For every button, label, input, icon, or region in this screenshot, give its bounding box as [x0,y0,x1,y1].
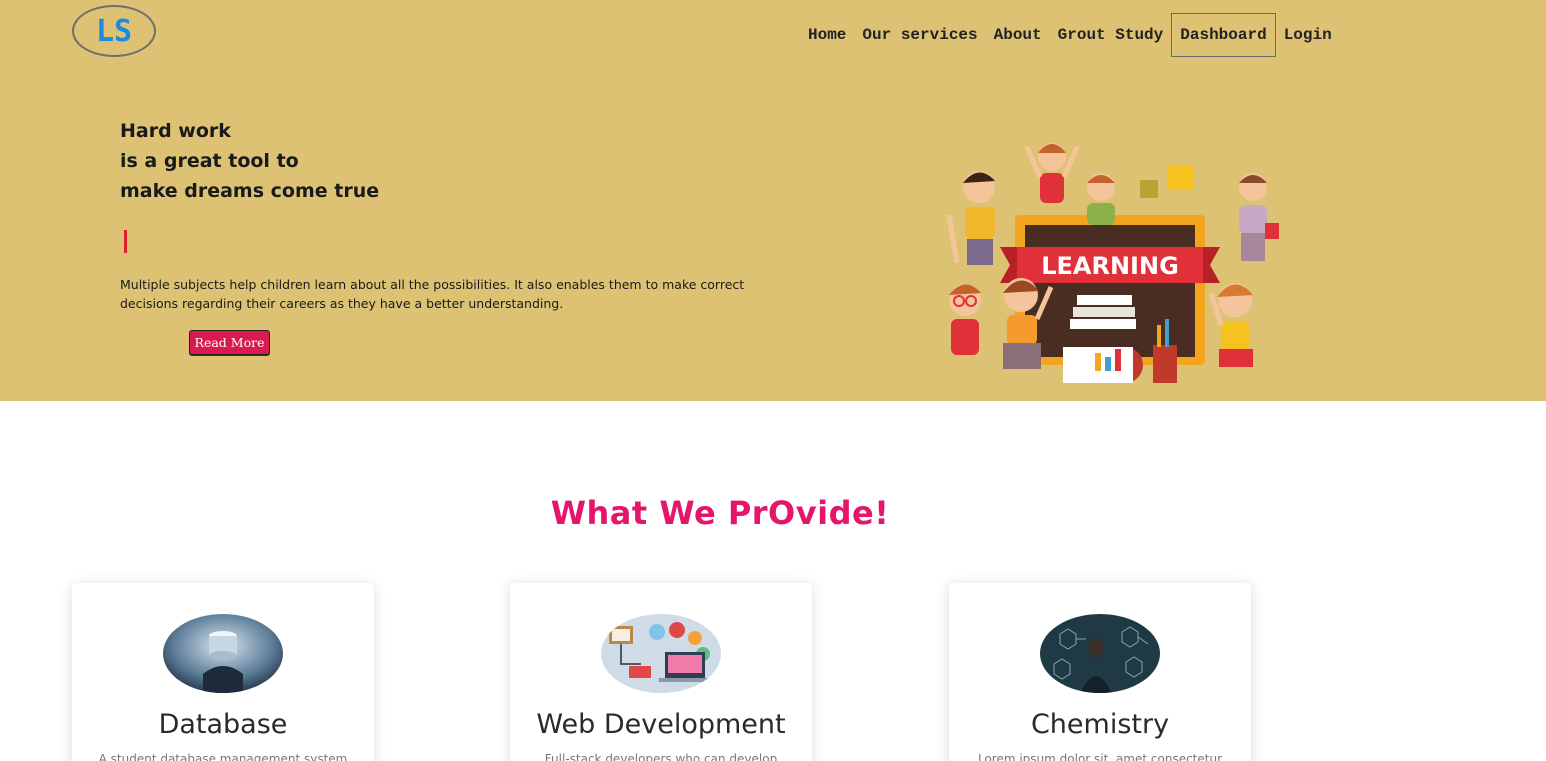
service-card-chemistry[interactable]: Chemistry Lorem ipsum dolor sit, amet co… [949,583,1251,761]
card-description: A student database management system [98,752,348,761]
hero-title-line: make dreams come true [120,180,380,202]
hero-title-line: is a great tool to [120,150,299,172]
service-card-web-development[interactable]: Web Development Full-stack developers wh… [510,583,812,761]
nav-dashboard[interactable]: Dashboard [1171,13,1276,57]
logo[interactable]: LS [72,5,156,57]
chemistry-image [1040,614,1160,693]
nav-home[interactable]: Home [800,14,854,56]
main-nav: Home Our services About Grout Study Dash… [800,13,1340,57]
nav-grout-study[interactable]: Grout Study [1050,14,1172,56]
nav-about[interactable]: About [986,14,1050,56]
card-description: Full-stack developers who can develop [544,752,778,761]
hero-section: LS Home Our services About Grout Study D… [0,0,1546,401]
card-description: Lorem ipsum dolor sit, amet consectetur [977,752,1223,761]
card-title: Database [158,709,288,740]
hero-description: Multiple subjects help children learn ab… [120,277,745,311]
database-image [163,614,283,693]
web-development-image [601,614,721,693]
hero-title-line: Hard work [120,120,231,142]
card-title: Chemistry [1030,709,1170,740]
service-card-database[interactable]: Database A student database management s… [72,583,374,761]
read-more-button[interactable]: Read More [189,330,270,355]
nav-login[interactable]: Login [1276,14,1340,56]
illustration-banner-text: LEARNING [1041,252,1179,280]
nav-our-services[interactable]: Our services [854,14,985,56]
learning-illustration: LEARNING [946,143,1279,383]
hero-title: Hard work is a great tool to make dreams… [120,116,379,206]
card-title: Web Development [536,709,786,740]
section-title: What We PrOvide! [550,494,890,532]
typing-cursor [124,230,127,253]
